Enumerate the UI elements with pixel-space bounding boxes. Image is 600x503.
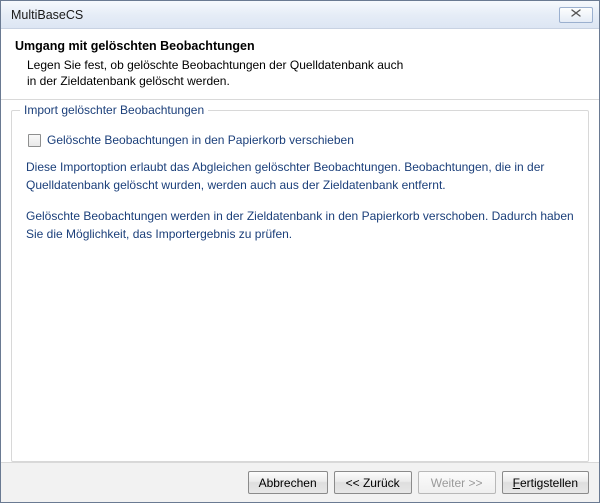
checkbox-label: Gelöschte Beobachtungen in den Papierkor… [47, 133, 354, 147]
wizard-footer: Abbrechen << Zurück Weiter >> Fertigstel… [1, 462, 599, 502]
dialog-window: MultiBaseCS Umgang mit gelöschten Beobac… [0, 0, 600, 503]
move-to-trash-checkbox[interactable]: Gelöschte Beobachtungen in den Papierkor… [28, 133, 574, 147]
import-deleted-groupbox: Import gelöschter Beobachtungen Gelöscht… [11, 110, 589, 462]
titlebar: MultiBaseCS [1, 1, 599, 29]
wizard-body: Import gelöschter Beobachtungen Gelöscht… [1, 100, 599, 462]
wizard-header: Umgang mit gelöschten Beobachtungen Lege… [1, 29, 599, 100]
desc-line-2: in der Zieldatenbank gelöscht werden. [27, 74, 230, 88]
page-description: Legen Sie fest, ob gelöschte Beobachtung… [15, 57, 585, 89]
info-paragraph-2: Gelöschte Beobachtungen werden in der Zi… [26, 208, 574, 243]
finish-button-label: Fertigstellen [513, 476, 578, 490]
page-title: Umgang mit gelöschten Beobachtungen [15, 39, 585, 53]
next-button: Weiter >> [418, 471, 496, 494]
cancel-button[interactable]: Abbrechen [248, 471, 328, 494]
groupbox-legend: Import gelöschter Beobachtungen [20, 103, 208, 117]
info-paragraph-1: Diese Importoption erlaubt das Abgleiche… [26, 159, 574, 194]
close-icon [571, 9, 581, 20]
next-button-label: Weiter >> [431, 476, 483, 490]
desc-line-1: Legen Sie fest, ob gelöschte Beobachtung… [27, 58, 403, 72]
close-button[interactable] [559, 7, 593, 23]
checkbox-icon [28, 134, 41, 147]
back-button-label: << Zurück [346, 476, 400, 490]
window-title: MultiBaseCS [11, 8, 559, 22]
finish-button[interactable]: Fertigstellen [502, 471, 589, 494]
back-button[interactable]: << Zurück [334, 471, 412, 494]
